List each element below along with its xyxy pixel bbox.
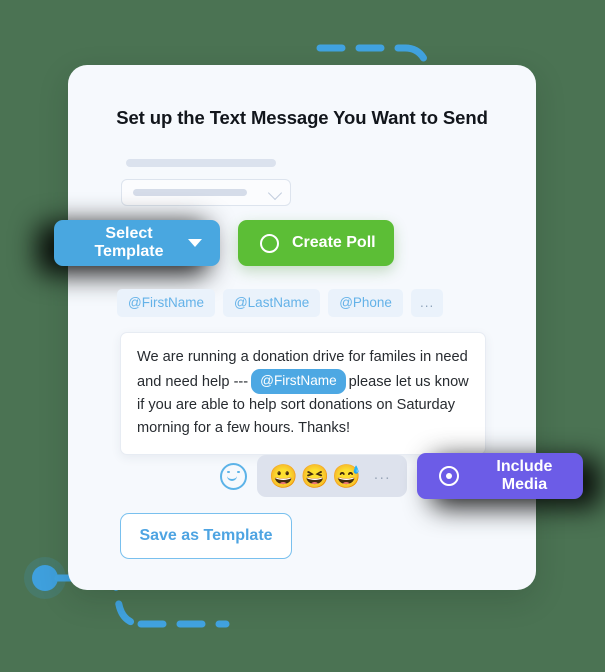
include-media-button[interactable]: Include Media [416, 453, 583, 499]
blue-node-dot [32, 565, 58, 591]
emoji-sweat-smile[interactable]: 😅 [332, 464, 361, 488]
template-select-placeholder [133, 189, 247, 196]
create-poll-label: Create Poll [292, 234, 376, 251]
merge-tag-lastname[interactable]: @LastName [222, 289, 321, 317]
template-select[interactable] [121, 179, 291, 206]
message-composer[interactable]: We are running a donation drive for fami… [120, 332, 486, 456]
record-circle-icon [438, 466, 459, 486]
create-poll-button[interactable]: Create Poll [238, 220, 394, 266]
inline-merge-tag-firstname[interactable]: @FirstName [251, 369, 346, 394]
page-title: Set up the Text Message You Want to Send [116, 107, 488, 128]
emoji-laughing[interactable]: 😆 [301, 464, 330, 488]
emoji-grinning[interactable]: 😀 [269, 464, 298, 488]
select-template-button[interactable]: Select Template [54, 220, 220, 266]
include-media-label: Include Media [496, 458, 553, 493]
merge-tag-phone[interactable]: @Phone [328, 289, 403, 317]
merge-tag-more[interactable]: ... [410, 289, 444, 317]
merge-tag-firstname[interactable]: @FirstName [117, 289, 215, 317]
primary-action-row: Select Template Create Poll [54, 220, 394, 266]
caret-down-icon [188, 239, 202, 247]
select-template-label: Select Template [94, 225, 164, 260]
blue-node-halo [24, 557, 66, 599]
smiley-face-icon[interactable] [220, 462, 247, 490]
message-setup-card: Set up the Text Message You Want to Send… [54, 65, 583, 590]
circle-outline-icon [260, 233, 279, 253]
emoji-tray: 😀 😆 😅 ... [257, 455, 407, 497]
emoji-more[interactable]: ... [374, 466, 391, 483]
template-field-label-placeholder [126, 159, 276, 167]
save-as-template-button[interactable]: Save as Template [120, 513, 292, 559]
chevron-down-icon [267, 185, 283, 201]
emoji-media-row: 😀 😆 😅 ... Include Media [220, 453, 583, 499]
merge-tag-row: @FirstName @LastName @Phone ... [117, 289, 444, 317]
